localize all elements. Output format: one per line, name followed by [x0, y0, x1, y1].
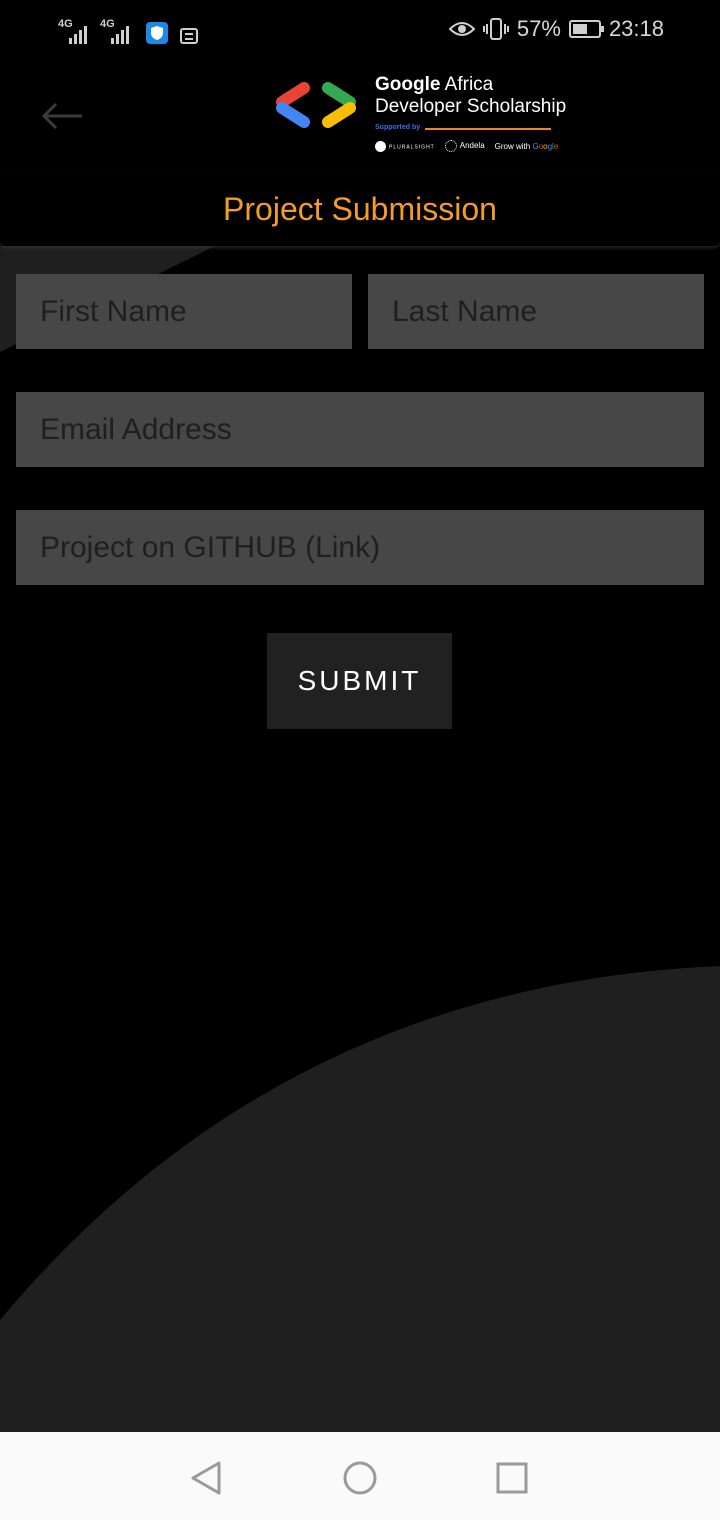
gads-logo: Google Africa Developer Scholarship Supp…: [272, 72, 566, 158]
status-left-icons: 4G 4G: [58, 14, 198, 44]
nav-recents-button[interactable]: [492, 1458, 532, 1498]
first-name-input[interactable]: [16, 274, 352, 349]
page-title: Project Submission: [223, 190, 497, 227]
logo-divider: [425, 128, 551, 130]
vibrate-icon: [482, 18, 509, 40]
notification-icon: [180, 28, 198, 44]
grow-with-google-logo: Grow with Google: [494, 141, 559, 151]
shield-icon: [146, 22, 168, 44]
last-name-input[interactable]: [368, 274, 704, 349]
triangle-back-icon: [191, 1461, 221, 1495]
eye-icon: [448, 22, 475, 36]
arrow-left-icon: [41, 102, 82, 130]
code-brackets-icon: [276, 82, 356, 128]
logo-title: Google Africa Developer Scholarship: [375, 74, 566, 118]
andela-logo: Andela: [444, 140, 485, 152]
github-link-input[interactable]: [16, 510, 704, 585]
pluralsight-logo: PLURALSIGHT: [375, 140, 435, 152]
nav-back-button[interactable]: [186, 1458, 226, 1498]
supported-by-label: Supported by: [375, 124, 421, 131]
square-recents-icon: [496, 1462, 528, 1494]
battery-percent: 57%: [516, 16, 561, 41]
back-button[interactable]: [36, 92, 88, 140]
email-input[interactable]: [16, 392, 704, 467]
status-bar: 4G 4G 57% 23:18: [0, 0, 720, 62]
signal-icon: 4G: [58, 18, 94, 44]
status-right-icons: 57% 23:18: [448, 16, 664, 42]
logo-title-line2: Developer Scholarship: [375, 96, 567, 117]
submit-button[interactable]: SUBMIT: [267, 633, 452, 729]
title-bar: Project Submission: [0, 172, 720, 246]
clock: 23:18: [608, 16, 664, 41]
signal-icon: 4G: [100, 18, 136, 44]
logo-title-rest: Africa: [440, 74, 494, 95]
nav-home-button[interactable]: [340, 1458, 380, 1498]
logo-brand: Google: [375, 74, 441, 95]
sponsor-logos: PLURALSIGHT Andela Grow with Google: [375, 140, 558, 152]
navigation-bar: [0, 1432, 720, 1520]
bottom-curve-shape: [0, 966, 720, 1432]
circle-home-icon: [343, 1461, 377, 1495]
project-submission-screen: 4G 4G 57% 23:18 Google Africa Developer …: [0, 0, 720, 1520]
battery-icon: [568, 20, 604, 38]
